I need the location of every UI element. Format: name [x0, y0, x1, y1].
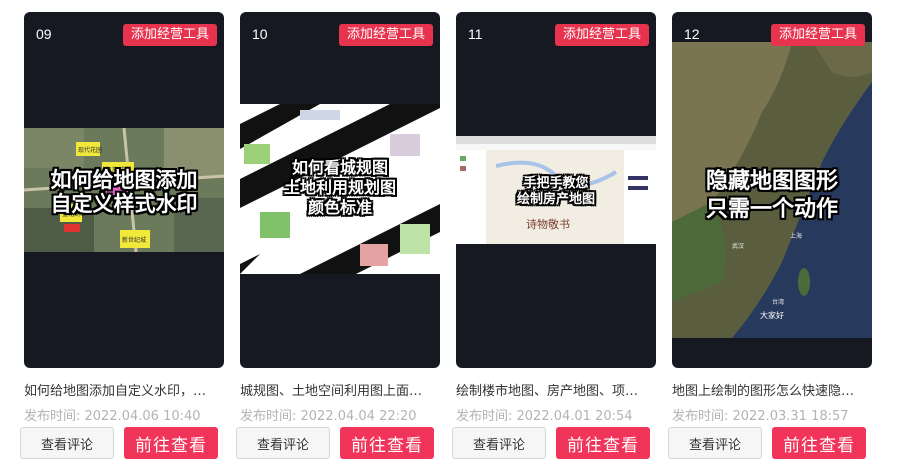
add-business-tool-button[interactable]: 添加经营工具	[770, 24, 865, 46]
go-view-button[interactable]: 前往查看	[772, 427, 866, 459]
publish-date: 发布时间: 2022.04.01 20:54	[456, 409, 633, 424]
thumbnail-title: 手把手教您 绘制房产地图	[516, 176, 595, 207]
publish-date: 发布时间: 2022.03.31 18:57	[672, 409, 849, 424]
add-business-tool-button[interactable]: 添加经营工具	[554, 24, 649, 46]
map-preview-image: 现代花园 凯旋城 量化商业 新世纪城 如何给地图添加 自定义样式水印	[24, 128, 224, 252]
article-number: 11	[468, 26, 483, 42]
go-view-button[interactable]: 前往查看	[340, 427, 434, 459]
go-view-button[interactable]: 前往查看	[124, 427, 218, 459]
publish-date: 发布时间: 2022.04.04 22:20	[240, 409, 417, 424]
article-grid: 09 添加经营工具 现代花园 凯旋城 量化商业 新世纪城 如何给地图添加 自定义…	[0, 0, 912, 471]
map-label: 武汉	[732, 242, 744, 250]
map-label: 大家好	[760, 310, 784, 320]
add-business-tool-button[interactable]: 添加经营工具	[338, 24, 433, 46]
thumbnail-title: 隐藏地图图形 只需一个动作	[705, 169, 838, 222]
article-thumbnail[interactable]: 北京 上海 武汉 台湾 大家好 隐藏地图图形 只需一个动作 12 添加经营工具	[672, 12, 872, 368]
map-label: 上海	[790, 232, 802, 240]
map-label: 现代花园	[78, 146, 102, 154]
calligraphy-stamp: 诗物敬书	[526, 218, 570, 231]
article-number: 12	[684, 26, 700, 42]
article-title[interactable]: 如何给地图添加自定义水印，…	[24, 380, 224, 399]
article-card[interactable]: 09 添加经营工具 现代花园 凯旋城 量化商业 新世纪城 如何给地图添加 自定义…	[20, 12, 226, 459]
article-card[interactable]: 11 添加经营工具 手把手教您 绘制房产地图 诗物敬书 绘制楼市地图、房产地图、…	[452, 12, 658, 459]
view-comments-button[interactable]: 查看评论	[452, 427, 546, 459]
map-label: 台湾	[772, 298, 784, 306]
article-title[interactable]: 地图上绘制的图形怎么快速隐…	[672, 380, 872, 399]
map-label: 新世纪城	[122, 236, 146, 244]
map-preview-image: 手把手教您 绘制房产地图 诗物敬书	[456, 136, 656, 244]
map-preview-image: 如何看城规图 土地利用规划图 颜色标准	[240, 104, 440, 274]
article-thumbnail[interactable]: 09 添加经营工具 现代花园 凯旋城 量化商业 新世纪城 如何给地图添加 自定义…	[24, 12, 224, 368]
article-card[interactable]: 北京 上海 武汉 台湾 大家好 隐藏地图图形 只需一个动作 12 添加经营工具 …	[668, 12, 874, 459]
article-number: 09	[36, 26, 52, 42]
article-thumbnail[interactable]: 11 添加经营工具 手把手教您 绘制房产地图 诗物敬书	[456, 12, 656, 368]
view-comments-button[interactable]: 查看评论	[20, 427, 114, 459]
add-business-tool-button[interactable]: 添加经营工具	[122, 24, 217, 46]
map-preview-image: 北京 上海 武汉 台湾 大家好 隐藏地图图形 只需一个动作	[672, 42, 872, 338]
view-comments-button[interactable]: 查看评论	[668, 427, 762, 459]
publish-date: 发布时间: 2022.04.06 10:40	[24, 409, 201, 424]
thumbnail-title: 如何看城规图 土地利用规划图 颜色标准	[283, 158, 396, 217]
go-view-button[interactable]: 前往查看	[556, 427, 650, 459]
thumbnail-title: 如何给地图添加 自定义样式水印	[50, 168, 198, 216]
article-thumbnail[interactable]: 10 添加经营工具 如何看城规图 土地利用规划图 颜色标准	[240, 12, 440, 368]
article-title[interactable]: 城规图、土地空间利用图上面…	[240, 380, 440, 399]
article-card[interactable]: 10 添加经营工具 如何看城规图 土地利用规划图 颜色标准 城规图、土地空间利用…	[236, 12, 442, 459]
article-title[interactable]: 绘制楼市地图、房产地图、项…	[456, 380, 656, 399]
view-comments-button[interactable]: 查看评论	[236, 427, 330, 459]
article-number: 10	[252, 26, 268, 42]
